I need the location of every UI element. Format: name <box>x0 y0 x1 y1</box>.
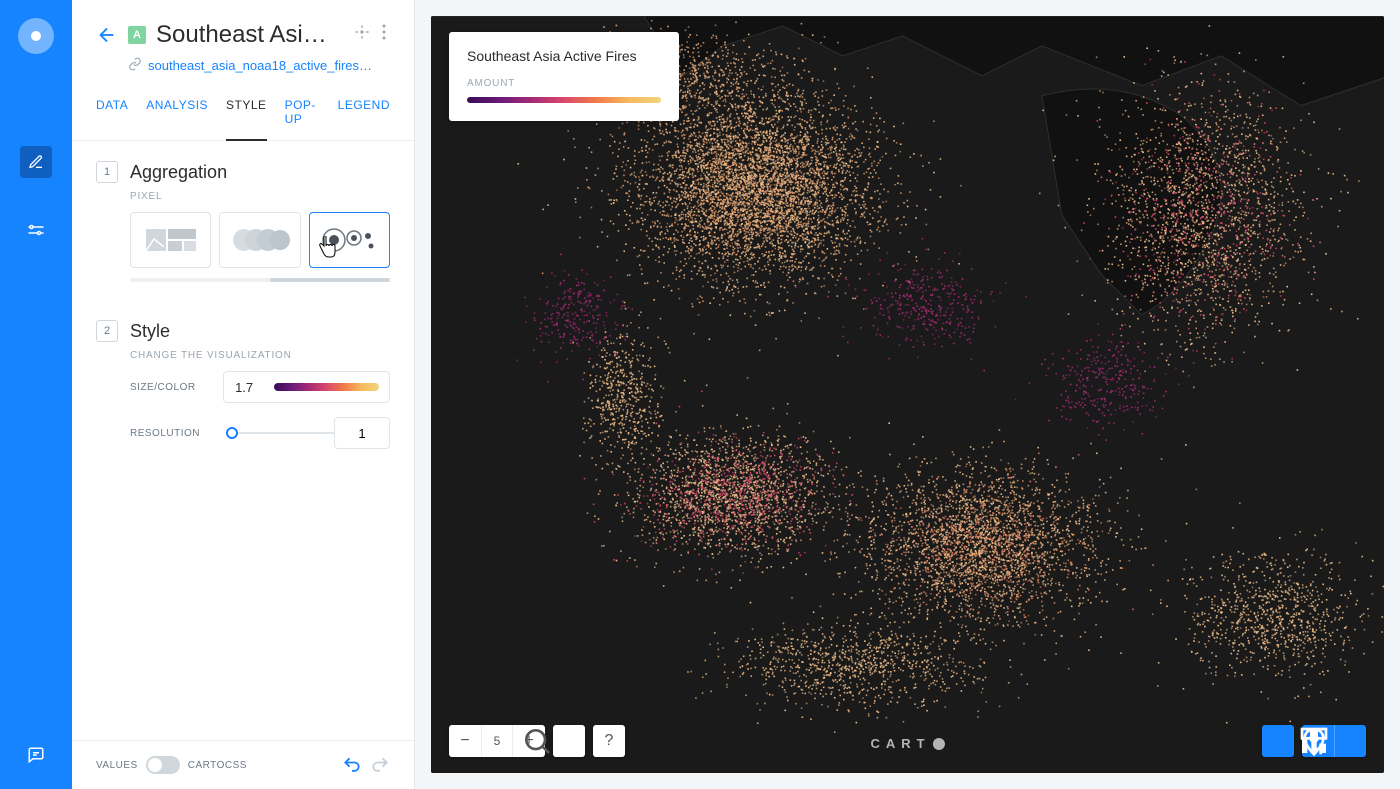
map-zoom-controls: − 5 + ? <box>449 725 625 757</box>
layer-title[interactable]: Southeast Asi… <box>156 21 340 49</box>
style-subtitle: CHANGE THE VISUALIZATION <box>130 350 390 361</box>
aggregation-scrollbar[interactable] <box>130 278 390 282</box>
aggregation-option-heatmap[interactable] <box>219 212 300 268</box>
cartocss-toggle-label: CARTOCSS <box>188 760 247 771</box>
values-cartocss-toggle[interactable] <box>146 756 180 774</box>
center-map-icon[interactable] <box>350 20 374 49</box>
geocode-pin-icon[interactable] <box>1334 725 1366 757</box>
layer-badge: A <box>128 26 146 44</box>
back-arrow-icon[interactable] <box>96 24 118 46</box>
color-ramp-picker[interactable] <box>274 383 379 391</box>
aggregation-option-animated-pixel[interactable] <box>309 212 390 268</box>
resolution-value-input[interactable] <box>334 417 390 449</box>
map-canvas[interactable]: Southeast Asia Active Fires AMOUNT − 5 +… <box>431 16 1384 773</box>
brand-text: CART <box>870 736 930 751</box>
map-container: Southeast Asia Active Fires AMOUNT − 5 +… <box>415 0 1400 789</box>
tab-popup[interactable]: POP-UP <box>285 98 320 140</box>
edit-pencil-icon[interactable] <box>20 146 52 178</box>
feedback-icon[interactable] <box>20 739 52 771</box>
map-legend-card: Southeast Asia Active Fires AMOUNT <box>449 32 679 121</box>
section-title: Aggregation <box>130 162 227 183</box>
brand-logo[interactable] <box>18 18 54 54</box>
legend-sub: AMOUNT <box>467 78 661 89</box>
section-number: 1 <box>96 161 118 183</box>
legend-title: Southeast Asia Active Fires <box>467 48 661 64</box>
aggregation-subtitle: PIXEL <box>130 191 390 202</box>
legend-color-ramp <box>467 97 661 103</box>
redo-icon[interactable] <box>370 755 390 775</box>
source-dataset-link[interactable]: southeast_asia_noaa18_active_fires… <box>148 58 372 73</box>
search-button[interactable] <box>553 725 585 757</box>
resolution-slider-thumb[interactable] <box>226 427 238 439</box>
tab-legend[interactable]: LEGEND <box>338 98 390 140</box>
sizecolor-label: SIZE/COLOR <box>130 382 223 393</box>
link-icon <box>128 57 142 74</box>
sizecolor-value-input[interactable] <box>224 380 264 395</box>
map-view-controls <box>1262 725 1366 757</box>
section-number: 2 <box>96 320 118 342</box>
aggregation-section: 1 Aggregation PIXEL <box>72 141 414 282</box>
left-rail <box>0 0 72 789</box>
tab-style[interactable]: STYLE <box>226 98 267 141</box>
settings-sliders-icon[interactable] <box>20 214 52 246</box>
resolution-slider[interactable] <box>226 432 334 434</box>
values-toggle-label: VALUES <box>96 760 138 771</box>
style-section: 2 Style CHANGE THE VISUALIZATION SIZE/CO… <box>72 300 414 449</box>
tab-data[interactable]: DATA <box>96 98 128 140</box>
editor-tabs: DATA ANALYSIS STYLE POP-UP LEGEND <box>72 74 414 141</box>
editor-panel: A Southeast Asi… southeast_asia_noaa18_a… <box>72 0 415 789</box>
undo-icon[interactable] <box>342 755 362 775</box>
section-title: Style <box>130 321 170 342</box>
tab-analysis[interactable]: ANALYSIS <box>146 98 208 140</box>
resolution-label: RESOLUTION <box>130 428 226 439</box>
more-menu-icon[interactable] <box>378 20 390 49</box>
map-brand-logo: CART <box>870 736 944 751</box>
aggregation-option-regions[interactable] <box>130 212 211 268</box>
